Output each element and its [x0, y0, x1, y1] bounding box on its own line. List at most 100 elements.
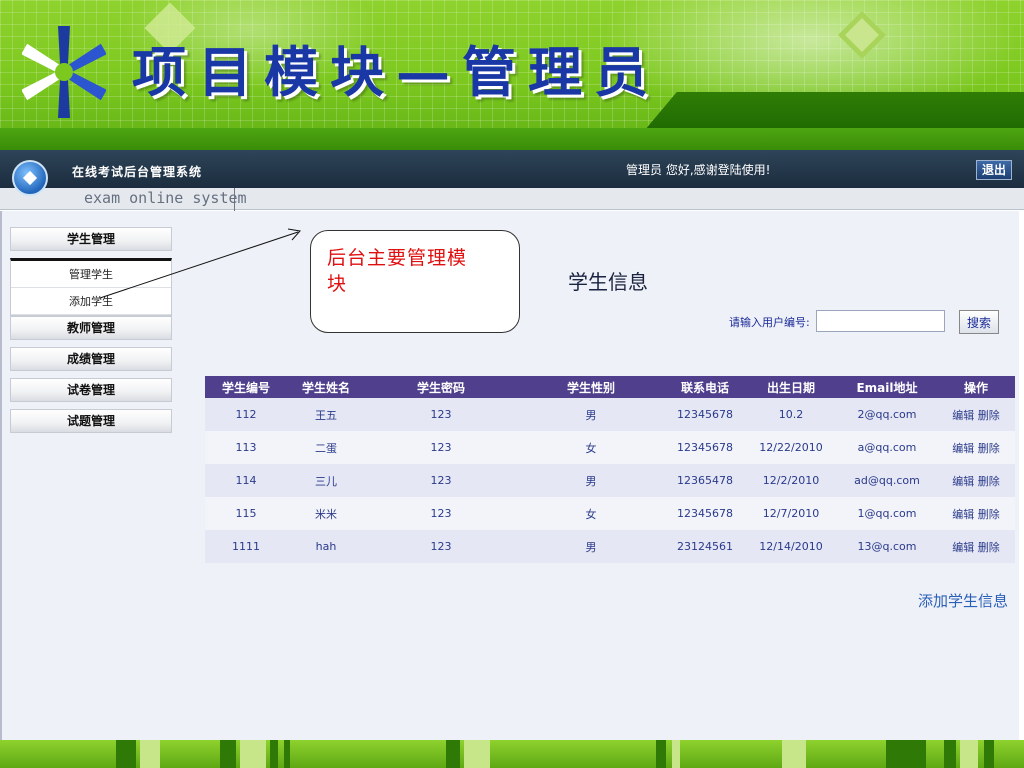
- cell-gender: 女: [517, 497, 665, 530]
- footer-bar: [0, 740, 1024, 768]
- system-name: 在线考试后台管理系统: [72, 165, 203, 179]
- logout-button[interactable]: 退出: [976, 160, 1012, 180]
- system-logo-icon: [12, 160, 48, 196]
- callout-text: 块: [327, 273, 348, 295]
- cell-name: 三儿: [287, 464, 365, 497]
- footer-block: [656, 740, 666, 768]
- column-header: Email地址: [837, 376, 937, 398]
- edit-link[interactable]: 编辑: [952, 409, 974, 422]
- cell-email: 1@qq.com: [837, 497, 937, 530]
- footer-block: [284, 740, 290, 768]
- cell-actions: 编辑 删除: [937, 464, 1015, 497]
- delete-link[interactable]: 删除: [978, 475, 1000, 488]
- edit-link[interactable]: 编辑: [952, 541, 974, 554]
- cell-gender: 男: [517, 398, 665, 431]
- cell-actions: 编辑 删除: [937, 530, 1015, 563]
- cell-birth: 12/7/2010: [745, 497, 837, 530]
- column-header: 联系电话: [665, 376, 745, 398]
- column-header: 学生密码: [365, 376, 517, 398]
- footer-block: [984, 740, 994, 768]
- cell-email: 2@qq.com: [837, 398, 937, 431]
- cell-gender: 女: [517, 431, 665, 464]
- table-row: 115 米米 123 女 12345678 12/7/2010 1@qq.com…: [205, 497, 1015, 530]
- cell-email: 13@q.com: [837, 530, 937, 563]
- sidebar-item-manage-student[interactable]: 管理学生: [11, 261, 171, 288]
- edit-link[interactable]: 编辑: [952, 475, 974, 488]
- logo-star-icon: [22, 26, 106, 118]
- cell-id: 115: [205, 497, 287, 530]
- table-row: 113 二蛋 123 女 12345678 12/22/2010 a@qq.co…: [205, 431, 1015, 464]
- cell-birth: 12/22/2010: [745, 431, 837, 464]
- cell-actions: 编辑 删除: [937, 497, 1015, 530]
- page-banner-title: 项目模块—管理员: [132, 40, 660, 104]
- student-table: 学生编号 学生姓名 学生密码 学生性别 联系电话 出生日期 Email地址 操作…: [205, 376, 1015, 563]
- cell-phone: 12345678: [665, 497, 745, 530]
- footer-block: [220, 740, 236, 768]
- column-header: 学生性别: [517, 376, 665, 398]
- footer-block: [960, 740, 978, 768]
- cell-name: hah: [287, 530, 365, 563]
- cell-password: 123: [365, 530, 517, 563]
- cell-phone: 12365478: [665, 464, 745, 497]
- delete-link[interactable]: 删除: [978, 541, 1000, 554]
- footer-block: [446, 740, 460, 768]
- delete-link[interactable]: 删除: [978, 442, 1000, 455]
- cell-id: 114: [205, 464, 287, 497]
- cell-password: 123: [365, 497, 517, 530]
- sidebar-group-teacher[interactable]: 教师管理: [10, 316, 172, 340]
- cell-email: a@qq.com: [837, 431, 937, 464]
- annotation-callout: 后台主要管理模 块: [310, 230, 520, 333]
- page-title: 学生信息: [568, 270, 648, 294]
- cell-gender: 男: [517, 530, 665, 563]
- edit-link[interactable]: 编辑: [952, 508, 974, 521]
- column-header: 操作: [937, 376, 1015, 398]
- cell-actions: 编辑 删除: [937, 431, 1015, 464]
- sidebar-group-student[interactable]: 学生管理: [10, 227, 172, 251]
- footer-block: [782, 740, 806, 768]
- sidebar-group-paper[interactable]: 试卷管理: [10, 378, 172, 402]
- table-header-row: 学生编号 学生姓名 学生密码 学生性别 联系电话 出生日期 Email地址 操作: [205, 376, 1015, 398]
- banner-stripe: [643, 92, 1024, 132]
- callout-text: 后台主要管理模: [327, 247, 468, 269]
- cell-birth: 12/2/2010: [745, 464, 837, 497]
- cell-id: 112: [205, 398, 287, 431]
- footer-block: [464, 740, 490, 768]
- footer-block: [886, 740, 926, 768]
- search-input[interactable]: [816, 310, 945, 332]
- footer-block: [240, 740, 266, 768]
- column-header: 学生姓名: [287, 376, 365, 398]
- system-name-en: exam online system: [84, 189, 247, 207]
- add-student-link[interactable]: 添加学生信息: [918, 590, 1008, 611]
- edit-link[interactable]: 编辑: [952, 442, 974, 455]
- cell-password: 123: [365, 464, 517, 497]
- footer-block: [944, 740, 956, 768]
- cell-name: 米米: [287, 497, 365, 530]
- search-button[interactable]: 搜索: [959, 310, 999, 334]
- cell-name: 二蛋: [287, 431, 365, 464]
- search-label: 请输入用户编号:: [729, 316, 810, 329]
- column-header: 出生日期: [745, 376, 837, 398]
- column-header: 学生编号: [205, 376, 287, 398]
- footer-block: [270, 740, 278, 768]
- divider: [1019, 211, 1024, 740]
- table-row: 1111 hah 123 男 23124561 12/14/2010 13@q.…: [205, 530, 1015, 563]
- sidebar-submenu: 管理学生 添加学生: [10, 258, 172, 316]
- welcome-text: 管理员 您好,感谢登陆使用!: [626, 163, 771, 177]
- cell-actions: 编辑 删除: [937, 398, 1015, 431]
- footer-block: [672, 740, 680, 768]
- cell-password: 123: [365, 431, 517, 464]
- sidebar-group-question[interactable]: 试题管理: [10, 409, 172, 433]
- cell-phone: 23124561: [665, 530, 745, 563]
- cell-gender: 男: [517, 464, 665, 497]
- cell-phone: 12345678: [665, 431, 745, 464]
- divider: [0, 211, 2, 740]
- cell-id: 1111: [205, 530, 287, 563]
- cell-birth: 12/14/2010: [745, 530, 837, 563]
- cell-phone: 12345678: [665, 398, 745, 431]
- sidebar-item-add-student[interactable]: 添加学生: [11, 288, 171, 315]
- delete-link[interactable]: 删除: [978, 508, 1000, 521]
- banner-stripe: [0, 128, 1024, 150]
- cell-password: 123: [365, 398, 517, 431]
- delete-link[interactable]: 删除: [978, 409, 1000, 422]
- sidebar-group-score[interactable]: 成绩管理: [10, 347, 172, 371]
